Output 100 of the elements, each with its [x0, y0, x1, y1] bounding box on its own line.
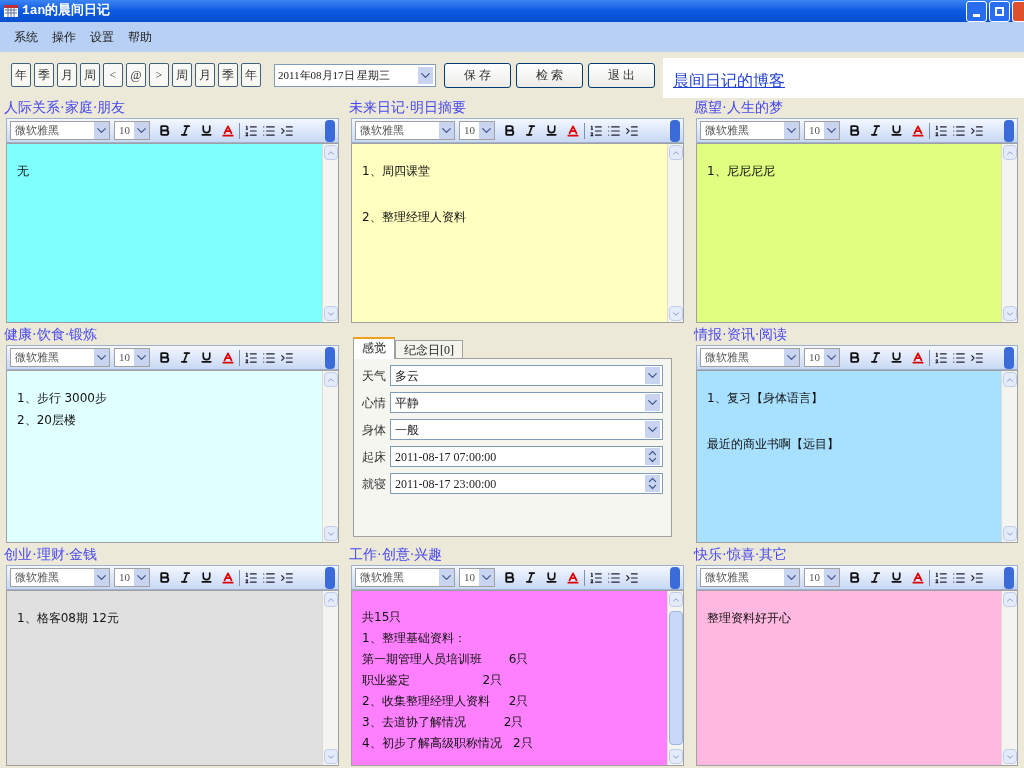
dropdown-icon[interactable]: [645, 394, 660, 411]
indent-icon[interactable]: [280, 350, 294, 365]
nav-button[interactable]: >: [149, 63, 169, 87]
bullet-list-icon[interactable]: [952, 350, 966, 365]
nav-button[interactable]: 月: [57, 63, 77, 87]
dropdown-field[interactable]: 平静: [390, 392, 663, 413]
italic-icon[interactable]: [524, 124, 537, 137]
nav-button[interactable]: 周: [80, 63, 100, 87]
menu-item[interactable]: 系统: [14, 28, 38, 46]
action-button[interactable]: 保 存: [444, 62, 511, 88]
font-select[interactable]: 微软雅黑: [10, 121, 110, 140]
spinner-icon[interactable]: [645, 475, 660, 492]
menu-item[interactable]: 帮助: [128, 28, 152, 46]
date-select[interactable]: 2011年08月17日 星期三: [274, 63, 436, 87]
font-select[interactable]: 微软雅黑: [700, 348, 800, 367]
indent-icon[interactable]: [625, 570, 639, 585]
indent-icon[interactable]: [280, 123, 294, 138]
numbered-list-icon[interactable]: [244, 123, 258, 138]
text-area[interactable]: 1、格客08期 12元: [6, 590, 339, 766]
italic-icon[interactable]: [179, 124, 192, 137]
text-area[interactable]: 整理资料好开心: [696, 590, 1018, 766]
italic-icon[interactable]: [524, 571, 537, 584]
blog-link[interactable]: 晨间日记的博客: [673, 69, 785, 93]
numbered-list-icon[interactable]: [244, 350, 258, 365]
font-select[interactable]: 微软雅黑: [700, 121, 800, 140]
action-button[interactable]: 检 索: [516, 62, 583, 88]
bold-icon[interactable]: [158, 571, 171, 584]
dropdown-icon[interactable]: [645, 421, 660, 438]
toolbar-overflow-icon[interactable]: [325, 119, 335, 142]
dropdown-field[interactable]: 一般: [390, 419, 663, 440]
nav-button[interactable]: <: [103, 63, 123, 87]
datetime-field[interactable]: 2011-08-17 07:00:00: [390, 446, 663, 467]
indent-icon[interactable]: [625, 123, 639, 138]
indent-icon[interactable]: [970, 123, 984, 138]
datetime-field[interactable]: 2011-08-17 23:00:00: [390, 473, 663, 494]
font-color-icon[interactable]: [221, 350, 235, 365]
nav-button[interactable]: 季: [218, 63, 238, 87]
bullet-list-icon[interactable]: [262, 123, 276, 138]
italic-icon[interactable]: [869, 351, 882, 364]
italic-icon[interactable]: [869, 571, 882, 584]
nav-button[interactable]: 周: [172, 63, 192, 87]
dropdown-field[interactable]: 多云: [390, 365, 663, 386]
numbered-list-icon[interactable]: [934, 350, 948, 365]
size-select[interactable]: 10: [804, 348, 840, 367]
indent-icon[interactable]: [970, 350, 984, 365]
bold-icon[interactable]: [503, 571, 516, 584]
numbered-list-icon[interactable]: [934, 123, 948, 138]
numbered-list-icon[interactable]: [244, 570, 258, 585]
text-area[interactable]: 1、步行 3000步 2、20层楼: [6, 370, 339, 543]
numbered-list-icon[interactable]: [934, 570, 948, 585]
tab[interactable]: 感觉: [353, 337, 395, 359]
text-area[interactable]: 无: [6, 143, 339, 323]
text-area[interactable]: 共15只 1、整理基础资料： 第一期管理人员培训班 6只 职业鉴定 2只 2、收集整理经理人资料 2只 3、去道协了解情况 2只 4、初步了解高级职称情况 2只: [351, 590, 684, 766]
size-select[interactable]: 10: [804, 121, 840, 140]
size-select[interactable]: 10: [804, 568, 840, 587]
font-color-icon[interactable]: [221, 570, 235, 585]
action-button[interactable]: 退 出: [588, 62, 655, 88]
italic-icon[interactable]: [179, 351, 192, 364]
toolbar-overflow-icon[interactable]: [670, 566, 680, 589]
font-select[interactable]: 微软雅黑: [10, 348, 110, 367]
numbered-list-icon[interactable]: [589, 570, 603, 585]
font-color-icon[interactable]: [911, 123, 925, 138]
bold-icon[interactable]: [158, 124, 171, 137]
indent-icon[interactable]: [280, 570, 294, 585]
nav-button[interactable]: @: [126, 63, 146, 87]
font-select[interactable]: 微软雅黑: [700, 568, 800, 587]
font-color-icon[interactable]: [566, 570, 580, 585]
menu-item[interactable]: 操作: [52, 28, 76, 46]
underline-icon[interactable]: [200, 571, 213, 584]
underline-icon[interactable]: [890, 124, 903, 137]
bold-icon[interactable]: [158, 351, 171, 364]
toolbar-overflow-icon[interactable]: [325, 346, 335, 369]
font-color-icon[interactable]: [911, 570, 925, 585]
bullet-list-icon[interactable]: [952, 123, 966, 138]
close-button[interactable]: [1012, 0, 1024, 22]
underline-icon[interactable]: [545, 571, 558, 584]
toolbar-overflow-icon[interactable]: [325, 566, 335, 589]
minimize-button[interactable]: [966, 0, 987, 22]
underline-icon[interactable]: [200, 124, 213, 137]
size-select[interactable]: 10: [459, 568, 495, 587]
text-area[interactable]: 1、周四课堂 2、整理经理人资料: [351, 143, 684, 323]
nav-button[interactable]: 年: [241, 63, 261, 87]
font-color-icon[interactable]: [911, 350, 925, 365]
toolbar-overflow-icon[interactable]: [1004, 119, 1014, 142]
dropdown-icon[interactable]: [645, 367, 660, 384]
bold-icon[interactable]: [848, 124, 861, 137]
underline-icon[interactable]: [545, 124, 558, 137]
text-area[interactable]: 1、复习【身体语言】 最近的商业书啊【远目】: [696, 370, 1018, 543]
size-select[interactable]: 10: [114, 348, 150, 367]
font-color-icon[interactable]: [221, 123, 235, 138]
underline-icon[interactable]: [890, 351, 903, 364]
numbered-list-icon[interactable]: [589, 123, 603, 138]
underline-icon[interactable]: [200, 351, 213, 364]
bullet-list-icon[interactable]: [262, 570, 276, 585]
font-select[interactable]: 微软雅黑: [355, 121, 455, 140]
nav-button[interactable]: 年: [11, 63, 31, 87]
italic-icon[interactable]: [179, 571, 192, 584]
restore-button[interactable]: [989, 0, 1010, 22]
indent-icon[interactable]: [970, 570, 984, 585]
font-select[interactable]: 微软雅黑: [355, 568, 455, 587]
